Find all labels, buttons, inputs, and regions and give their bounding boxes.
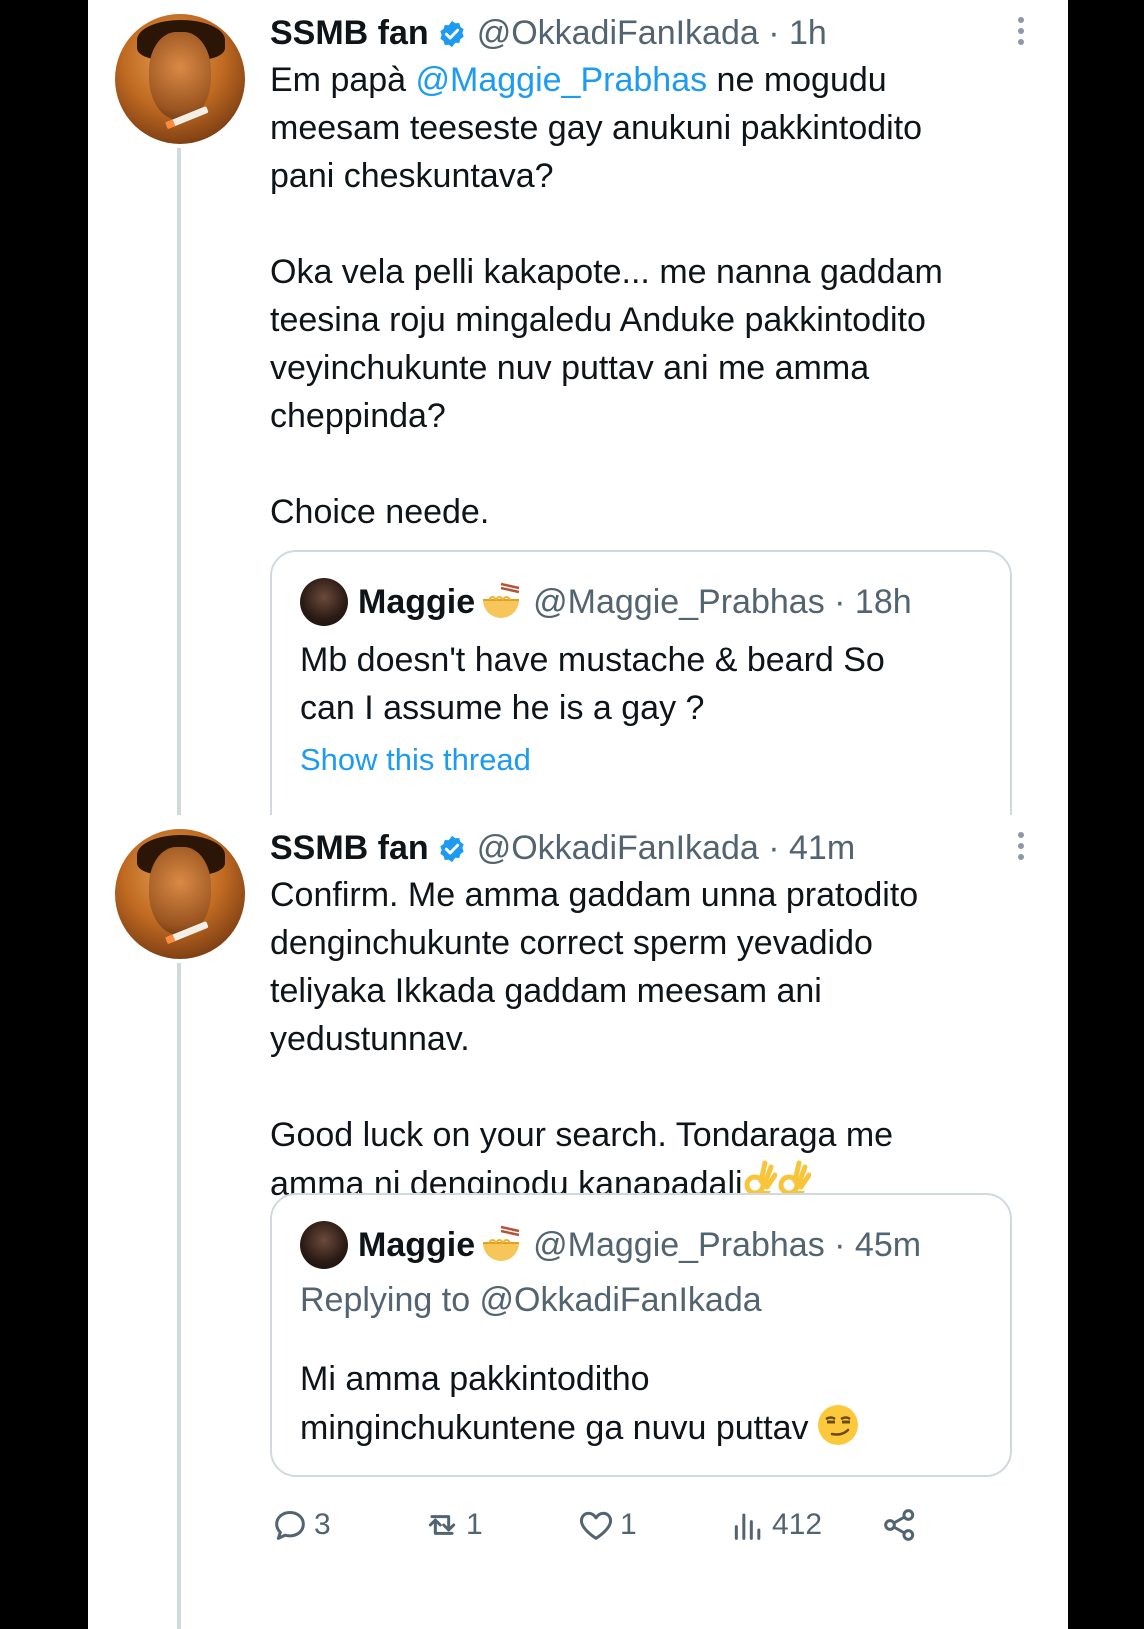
author-handle-time[interactable]: @OkkadiFanIkada · 1h [477,14,827,53]
noodle-bowl-emoji [483,582,520,618]
author-name[interactable]: SSMB fan [270,829,429,868]
mention-link[interactable]: @Maggie_Prabhas [416,61,708,99]
reply-icon [275,1511,305,1540]
verified-badge-icon [440,20,464,47]
noodle-bowl-emoji [483,1225,520,1261]
quote-handle-time: @Maggie_Prabhas · 45m [533,1225,922,1264]
share-button[interactable] [880,1505,920,1545]
quote-author-avatar [300,578,348,626]
tweet-actions-bar: 3 1 1 412 [270,1505,1030,1555]
quote-author-name: Maggie [358,582,476,621]
author-name[interactable]: SSMB fan [270,14,429,53]
views-count: 412 [772,1508,823,1541]
tweet-panel-2: SSMB fan @OkkadiFanIkada · 41m Confirm. … [88,815,1068,1629]
quoted-tweet[interactable]: Maggie @Maggie_Prabhas · 45m Replying to… [270,1193,1012,1477]
views-icon [734,1513,761,1540]
quoted-tweet[interactable]: Maggie @Maggie_Prabhas · 18h Mb doesn't … [270,550,1012,815]
author-avatar[interactable] [115,14,245,144]
quote-header: Maggie @Maggie_Prabhas · 18h [300,578,912,626]
more-options-icon[interactable] [1018,14,1028,50]
quote-handle-time: @Maggie_Prabhas · 18h [533,582,912,621]
thread-connector-line [177,963,181,1629]
heart-icon [579,1511,613,1540]
author-handle-time[interactable]: @OkkadiFanIkada · 41m [477,829,855,868]
like-button[interactable]: 1 [576,1505,637,1545]
quote-author-avatar [300,1221,348,1269]
retweet-button[interactable]: 1 [422,1505,483,1545]
share-icon [884,1509,915,1541]
author-avatar[interactable] [115,829,245,959]
more-options-icon[interactable] [1018,829,1028,865]
tweet-header: SSMB fan @OkkadiFanIkada · 1h [270,14,827,53]
reply-count: 3 [314,1508,331,1541]
views-button[interactable]: 412 [728,1505,822,1545]
replying-to-label[interactable]: Replying to @OkkadiFanIkada [300,1281,762,1320]
quote-header: Maggie @Maggie_Prabhas · 45m [300,1221,921,1269]
tweet-header: SSMB fan @OkkadiFanIkada · 41m [270,829,855,868]
like-count: 1 [620,1508,637,1541]
reply-button[interactable]: 3 [270,1505,331,1545]
tweet-text: Em papà @Maggie_Prabhas ne mogudu meesam… [270,61,943,531]
tweet-text: Confirm. Me amma gaddam unna pratodito d… [270,876,919,1203]
quote-text: Mb doesn't have mustache & beard So can … [300,641,885,727]
retweet-icon [428,1515,456,1535]
tweet-panel-1: SSMB fan @OkkadiFanIkada · 1h Em papà @M… [88,0,1068,815]
thread-connector-line [177,148,181,815]
quote-text: Mi amma pakkintoditho minginchukuntene g… [300,1355,980,1452]
quote-author-name: Maggie [358,1225,476,1264]
smirk-emoji [818,1405,859,1445]
retweet-count: 1 [466,1508,483,1541]
verified-badge-icon [440,835,464,862]
show-thread-link[interactable]: Show this thread [300,742,531,778]
